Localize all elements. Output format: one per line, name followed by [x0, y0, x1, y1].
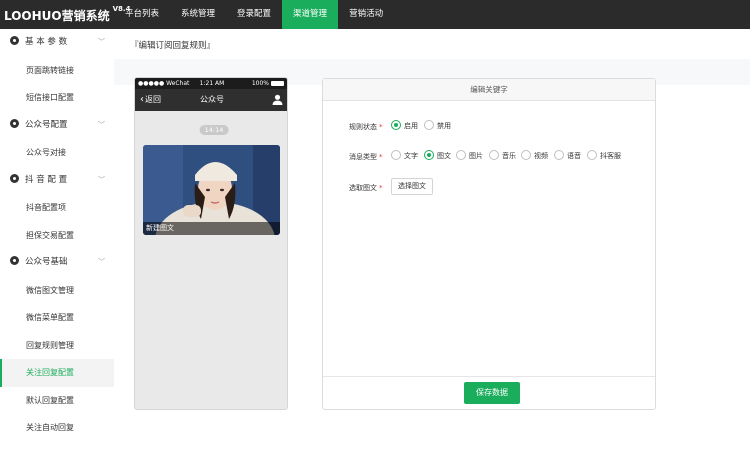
type-option-text[interactable]: 文字 — [391, 150, 418, 162]
brand-name: LOOHUO营销系统 — [4, 9, 110, 23]
nav-marketing-activity[interactable]: 营销活动 — [338, 0, 394, 29]
phone-title: 公众号 — [200, 95, 224, 104]
type-option-label: 图文 — [437, 152, 451, 160]
article-card[interactable]: 新建图文 — [143, 145, 280, 235]
required-mark: * — [379, 153, 383, 161]
phone-status-bar: ●●●●● WeChat 1:21 AM 100% — [135, 78, 287, 89]
sidebar-item-sms-config[interactable]: 短信接口配置 — [0, 84, 114, 112]
sidebar: 基 本 参 数 ﹀ 页面跳转链接 短信接口配置 公众号配置 ﹀ 公众号对接 抖 … — [0, 29, 114, 456]
nav-system-management[interactable]: 系统管理 — [170, 0, 226, 29]
nav-login-config[interactable]: 登录配置 — [226, 0, 282, 29]
map-pin-icon — [10, 256, 19, 265]
select-article-button[interactable]: 选择图文 — [391, 178, 433, 195]
required-mark: * — [379, 123, 383, 131]
rule-status-label-text: 规则状态 — [349, 123, 377, 131]
sidebar-item-wechat-article-management[interactable]: 微信图文管理 — [0, 277, 114, 305]
type-option-image[interactable]: 图片 — [456, 150, 483, 162]
top-nav: 平台列表 系统管理 登录配置 渠道管理 营销活动 — [114, 0, 394, 29]
brand-logo: LOOHUO营销系统 V8.4 — [4, 5, 130, 24]
chevron-down-icon: ﹀ — [98, 120, 105, 129]
status-option-disabled[interactable]: 禁用 — [424, 120, 451, 132]
sidebar-group-label: 基 本 参 数 — [25, 37, 68, 47]
battery-label: 100% — [251, 80, 269, 87]
main-content: 『编辑订阅回复规则』 ●●●●● WeChat 1:21 AM 100% ‹返回… — [114, 29, 750, 456]
user-icon[interactable] — [272, 94, 283, 105]
sidebar-group-label: 抖 音 配 置 — [25, 174, 68, 185]
sidebar-item-douyin-config-items[interactable]: 抖音配置项 — [0, 194, 114, 222]
radio-icon — [587, 150, 597, 160]
message-type-label: 消息类型 * — [349, 152, 383, 162]
sidebar-item-default-reply-config[interactable]: 默认回复配置 — [0, 387, 114, 415]
type-option-video[interactable]: 视频 — [521, 150, 548, 162]
sidebar-item-follow-auto-reply[interactable]: 关注自动回复 — [0, 414, 114, 442]
type-option-article[interactable]: 图文 — [424, 150, 451, 162]
sidebar-group-official-account-config[interactable]: 公众号配置 ﹀ — [0, 112, 114, 140]
sidebar-item-reply-rule-management[interactable]: 回复规则管理 — [0, 332, 114, 360]
radio-icon — [424, 150, 434, 160]
type-option-voice[interactable]: 语音 — [554, 150, 581, 162]
sidebar-item-official-account-connect[interactable]: 公众号对接 — [0, 139, 114, 167]
type-option-label: 抖客服 — [600, 152, 621, 160]
type-option-label: 图片 — [469, 152, 483, 160]
pick-article-row: 选取图文 * 选择图文 — [323, 178, 657, 195]
sidebar-group-label: 公众号配置 — [25, 119, 68, 130]
chevron-down-icon: ﹀ — [98, 175, 105, 184]
type-option-label: 语音 — [567, 152, 581, 160]
sidebar-item-follow-reply-config[interactable]: 关注回复配置 — [0, 359, 114, 387]
rule-status-row: 规则状态 * 启用 禁用 — [323, 120, 657, 134]
article-card-title: 新建图文 — [143, 222, 280, 235]
pick-article-label-text: 选取图文 — [349, 184, 377, 192]
spinner-icon — [10, 118, 19, 128]
top-bar: LOOHUO营销系统 V8.4 平台列表 系统管理 登录配置 渠道管理 营销活动 — [0, 0, 750, 29]
radio-icon — [521, 150, 531, 160]
radio-icon — [424, 120, 434, 130]
type-option-label: 视频 — [534, 152, 548, 160]
page-title: 『编辑订阅回复规则』 — [130, 41, 216, 51]
compass-icon — [10, 36, 19, 45]
message-type-label-text: 消息类型 — [349, 153, 377, 161]
phone-preview: ●●●●● WeChat 1:21 AM 100% ‹返回 公众号 14:14 — [134, 77, 288, 410]
editor-panel: 编辑关键字 规则状态 * 启用 禁用 消息类型 * 文字 图文 图片 音乐 视频 语… — [322, 78, 656, 410]
chevron-down-icon: ﹀ — [98, 38, 105, 46]
editor-title: 编辑关键字 — [323, 79, 655, 101]
phone-nav-bar: ‹返回 公众号 — [135, 89, 287, 111]
type-option-label: 音乐 — [502, 152, 516, 160]
radio-icon — [391, 150, 401, 160]
type-option-music[interactable]: 音乐 — [489, 150, 516, 162]
message-type-row: 消息类型 * 文字 图文 图片 音乐 视频 语音 抖客服 — [323, 150, 657, 164]
save-button[interactable]: 保存数据 — [464, 382, 520, 404]
sidebar-group-official-account-basics[interactable]: 公众号基础 ﹀ — [0, 249, 114, 277]
nav-platform-list[interactable]: 平台列表 — [114, 0, 170, 29]
sidebar-group-douyin-config[interactable]: 抖 音 配 置 ﹀ — [0, 167, 114, 195]
radio-icon — [456, 150, 466, 160]
sidebar-item-guarantee-trade-config[interactable]: 担保交易配置 — [0, 222, 114, 250]
status-option-label: 启用 — [404, 122, 418, 130]
sidebar-group-basic-params[interactable]: 基 本 参 数 ﹀ — [0, 29, 114, 57]
nav-channel-management[interactable]: 渠道管理 — [282, 0, 339, 29]
battery-icon — [271, 81, 284, 86]
status-option-label: 禁用 — [437, 122, 451, 130]
message-timestamp: 14:14 — [199, 125, 229, 135]
status-option-enabled[interactable]: 启用 — [391, 120, 418, 132]
pick-article-label: 选取图文 * — [349, 183, 383, 193]
type-option-label: 文字 — [404, 152, 418, 160]
radio-icon — [391, 120, 401, 130]
chevron-down-icon: ﹀ — [98, 258, 105, 266]
sidebar-item-page-redirect-link[interactable]: 页面跳转链接 — [0, 57, 114, 85]
type-option-douyin-service[interactable]: 抖客服 — [587, 150, 621, 162]
editor-footer-divider — [323, 376, 655, 377]
sidebar-group-label: 公众号基础 — [25, 257, 68, 267]
required-mark: * — [379, 184, 383, 192]
play-icon — [10, 173, 19, 183]
sidebar-item-wechat-menu-config[interactable]: 微信菜单配置 — [0, 304, 114, 332]
radio-icon — [554, 150, 564, 160]
radio-icon — [489, 150, 499, 160]
rule-status-label: 规则状态 * — [349, 122, 383, 132]
